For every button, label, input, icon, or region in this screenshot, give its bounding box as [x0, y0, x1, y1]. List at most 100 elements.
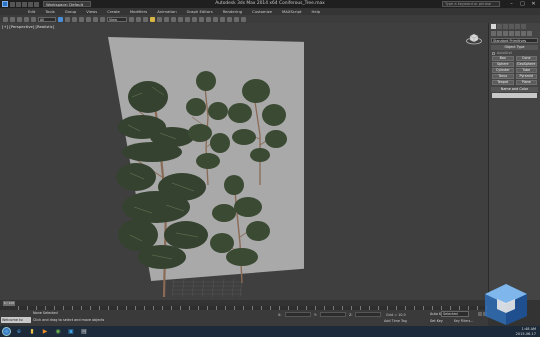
- layer-manager-icon[interactable]: [192, 16, 197, 22]
- perspective-viewport[interactable]: [+] [Perspective] [Realistic]: [0, 23, 488, 300]
- spinner-snap-icon[interactable]: [171, 16, 176, 22]
- selection-filter-dropdown[interactable]: All: [38, 16, 56, 22]
- spacewarps-icon[interactable]: [521, 31, 526, 36]
- angle-snap-icon[interactable]: [157, 16, 162, 22]
- object-type-rollout[interactable]: Object Type: [491, 45, 538, 50]
- motion-tab-icon[interactable]: [509, 24, 514, 29]
- ie-taskbar-icon[interactable]: e: [14, 328, 24, 336]
- move-tool-icon[interactable]: [86, 16, 91, 22]
- cone-button[interactable]: Cone: [515, 56, 537, 61]
- pivot-center-icon[interactable]: [129, 16, 134, 22]
- menu-item-graph-editors[interactable]: Graph Editors: [187, 9, 213, 14]
- utilities-tab-icon[interactable]: [521, 24, 526, 29]
- sphere-button[interactable]: Sphere: [492, 62, 514, 67]
- menu-item-help[interactable]: Help: [312, 9, 321, 14]
- render-production-icon[interactable]: [241, 16, 246, 22]
- viewcube-icon[interactable]: [466, 33, 482, 45]
- lights-icon[interactable]: [503, 31, 508, 36]
- select-manipulate-icon[interactable]: [136, 16, 141, 22]
- curve-editor-icon[interactable]: [206, 16, 211, 22]
- x-coord-field[interactable]: [285, 312, 311, 317]
- select-by-name-icon[interactable]: [65, 16, 70, 22]
- redo-icon[interactable]: [34, 1, 39, 7]
- percent-snap-icon[interactable]: [164, 16, 169, 22]
- add-time-tag[interactable]: Add Time Tag: [384, 319, 407, 323]
- systems-icon[interactable]: [527, 31, 532, 36]
- window-crossing-icon[interactable]: [79, 16, 84, 22]
- undo-icon[interactable]: [28, 1, 33, 7]
- render-setup-icon[interactable]: [227, 16, 232, 22]
- material-editor-icon[interactable]: [220, 16, 225, 22]
- close-button[interactable]: ✕: [528, 0, 539, 7]
- undo-tool-icon[interactable]: [3, 16, 8, 22]
- autogrid-checkbox[interactable]: AutoGrid: [492, 51, 537, 55]
- link-tool-icon[interactable]: [17, 16, 22, 22]
- key-filters-button[interactable]: Key Filters...: [454, 319, 473, 323]
- photoshop-taskbar-icon[interactable]: ▣: [66, 328, 76, 336]
- display-tab-icon[interactable]: [515, 24, 520, 29]
- app-logo-icon[interactable]: [2, 1, 8, 7]
- helpers-icon[interactable]: [515, 31, 520, 36]
- maxscript-listener[interactable]: Welcome to MAX: [1, 317, 31, 328]
- scale-tool-icon[interactable]: [100, 16, 105, 22]
- pyramid-button[interactable]: Pyramid: [515, 74, 537, 79]
- menu-item-maxscript[interactable]: MAXScript: [282, 9, 302, 14]
- menu-item-animation[interactable]: Animation: [157, 9, 176, 14]
- object-name-field[interactable]: [492, 93, 537, 98]
- graphite-toggle-icon[interactable]: [199, 16, 204, 22]
- new-file-icon[interactable]: [10, 1, 15, 7]
- rotate-tool-icon[interactable]: [93, 16, 98, 22]
- create-tab-icon[interactable]: [491, 24, 496, 29]
- reference-coord-dropdown[interactable]: View: [107, 16, 127, 22]
- menu-item-customize[interactable]: Customize: [252, 9, 272, 14]
- geosphere-button[interactable]: GeoSphere: [515, 62, 537, 67]
- cylinder-button[interactable]: Cylinder: [492, 68, 514, 73]
- schematic-view-icon[interactable]: [213, 16, 218, 22]
- menu-item-rendering[interactable]: Rendering: [223, 9, 242, 14]
- explorer-taskbar-icon[interactable]: ▮: [27, 328, 37, 336]
- select-object-icon[interactable]: [58, 16, 63, 22]
- workspace-dropdown[interactable]: Workspace: Default: [43, 1, 91, 7]
- redo-tool-icon[interactable]: [10, 16, 15, 22]
- open-file-icon[interactable]: [16, 1, 21, 7]
- maximize-button[interactable]: □: [517, 0, 528, 7]
- tree-small-top[interactable]: [184, 67, 232, 187]
- menu-item-create[interactable]: Create: [107, 9, 120, 14]
- align-icon[interactable]: [185, 16, 190, 22]
- rect-selection-icon[interactable]: [72, 16, 77, 22]
- z-coord-field[interactable]: [355, 312, 381, 317]
- mirror-icon[interactable]: [178, 16, 183, 22]
- key-mode-dropdown[interactable]: Selected: [441, 311, 469, 317]
- name-and-color-rollout[interactable]: Name and Color: [491, 87, 538, 92]
- geometry-icon[interactable]: [491, 31, 496, 36]
- cameras-icon[interactable]: [509, 31, 514, 36]
- viewport-label[interactable]: [+] [Perspective] [Realistic]: [2, 24, 54, 29]
- tube-button[interactable]: Tube: [515, 68, 537, 73]
- help-search-input[interactable]: Type a keyword or phrase: [442, 1, 500, 7]
- modify-tab-icon[interactable]: [497, 24, 502, 29]
- box-button[interactable]: Box: [492, 56, 514, 61]
- teapot-button[interactable]: Teapot: [492, 80, 514, 85]
- unlink-tool-icon[interactable]: [24, 16, 29, 22]
- media-player-taskbar-icon[interactable]: ▶: [40, 328, 50, 336]
- torus-button[interactable]: Torus: [492, 74, 514, 79]
- menu-item-views[interactable]: Views: [86, 9, 97, 14]
- menu-item-edit[interactable]: Edit: [28, 9, 35, 14]
- menu-item-modifiers[interactable]: Modifiers: [130, 9, 147, 14]
- keyboard-shortcut-icon[interactable]: [143, 16, 148, 22]
- y-coord-field[interactable]: [320, 312, 346, 317]
- plane-button[interactable]: Plane: [515, 80, 537, 85]
- shapes-icon[interactable]: [497, 31, 502, 36]
- 3dsmax-taskbar-icon[interactable]: ▤: [79, 328, 89, 336]
- start-button-icon[interactable]: [2, 327, 11, 336]
- menu-item-tools[interactable]: Tools: [45, 9, 54, 14]
- minimize-button[interactable]: –: [506, 0, 517, 7]
- tree-bottom-middle[interactable]: [208, 173, 270, 285]
- hierarchy-tab-icon[interactable]: [503, 24, 508, 29]
- geometry-category-dropdown[interactable]: Standard Primitives: [491, 38, 538, 43]
- snap-toggle-icon[interactable]: [150, 16, 155, 22]
- taskbar-clock[interactable]: 1:48 AM 2015-06-17: [516, 327, 536, 336]
- prev-frame-icon[interactable]: [478, 312, 482, 316]
- chrome-taskbar-icon[interactable]: ◉: [53, 328, 63, 336]
- render-frame-icon[interactable]: [234, 16, 239, 22]
